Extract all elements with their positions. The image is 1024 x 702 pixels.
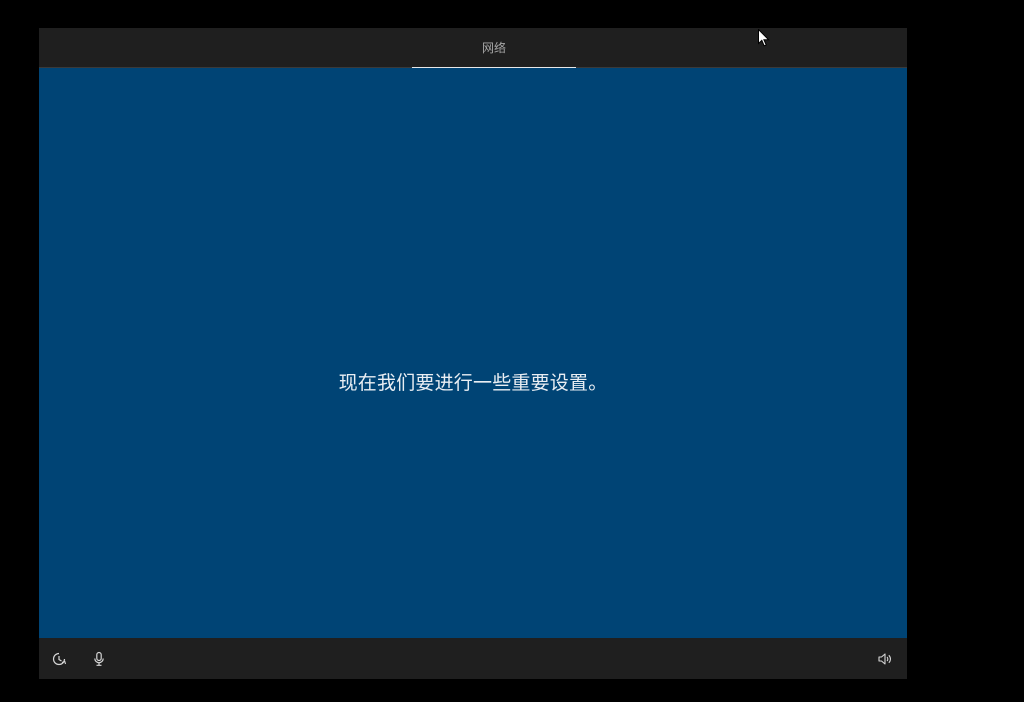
tab-network[interactable]: 网络 — [412, 28, 576, 69]
microphone-icon — [91, 651, 107, 667]
tab-network-label: 网络 — [481, 41, 506, 55]
microphone-button[interactable] — [89, 649, 109, 669]
bottom-bar — [39, 638, 907, 679]
top-bar: 网络 — [39, 28, 907, 69]
volume-button[interactable] — [875, 649, 895, 669]
volume-icon — [877, 651, 893, 667]
main-panel: 现在我们要进行一些重要设置。 — [39, 68, 907, 638]
status-message: 现在我们要进行一些重要设置。 — [338, 373, 608, 394]
setup-window: 网络 现在我们要进行一些重要设置。 — [39, 28, 907, 679]
ease-of-access-icon — [51, 651, 67, 667]
ease-of-access-button[interactable] — [49, 649, 69, 669]
